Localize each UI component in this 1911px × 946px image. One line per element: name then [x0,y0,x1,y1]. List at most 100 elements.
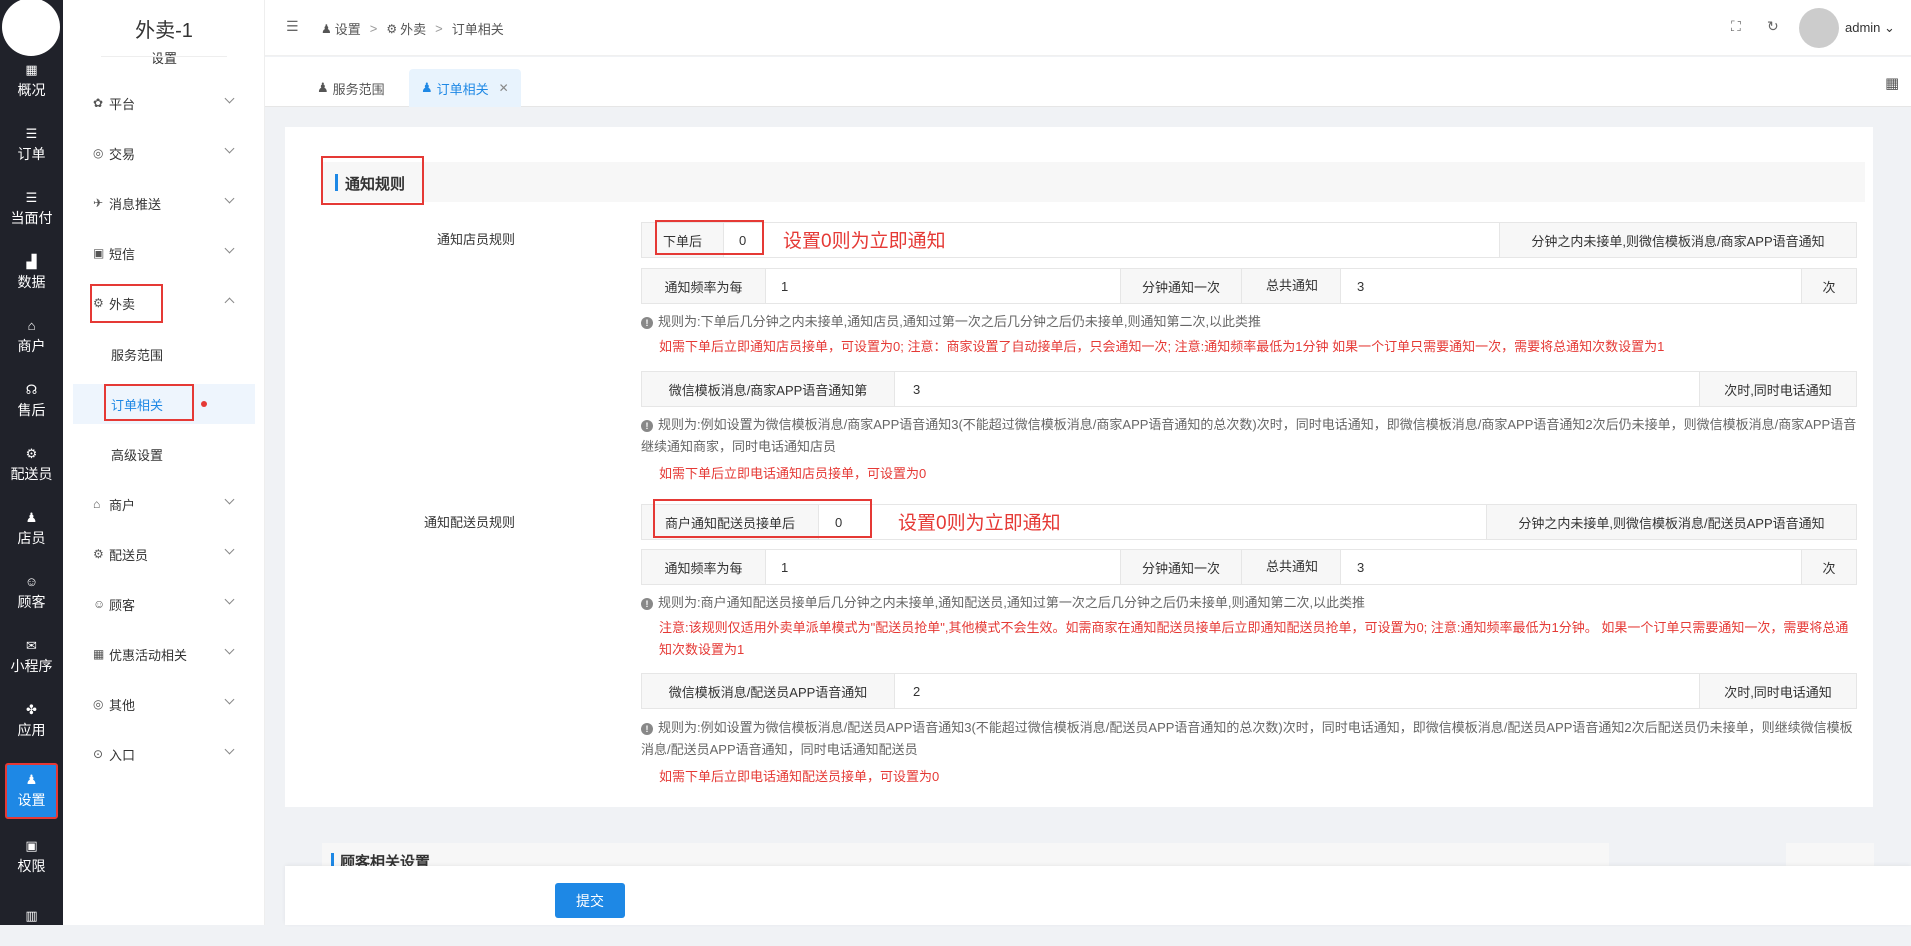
sidebar-item[interactable]: ☺ 顾客 [63,584,265,624]
breadcrumb-item: 订单相关 [451,22,504,37]
divider [101,56,227,57]
sidebar-item[interactable]: ◎ 交易 [63,133,265,173]
rail-item[interactable]: ☰ 当面付 [0,180,63,238]
sidebar-item[interactable]: ▦ 优惠活动相关 [63,634,265,674]
push-icon: ✈ [93,196,104,210]
store-phone-input[interactable]: 3 [913,372,920,406]
warning-text: 注意:该规则仅适用外卖单派单模式为"配送员抢单",其他模式不会生效。如需商家在通… [659,620,1849,657]
avatar[interactable] [1799,8,1839,48]
headset-icon: ☊ [25,381,38,397]
rail-item[interactable]: ▟ 数据 [0,244,63,302]
rider-after-input[interactable]: 0 [835,505,842,539]
sidebar-subitem[interactable]: 服务范围 [63,334,265,374]
section-header: 通知规则 [323,162,1865,202]
store-after-order-input[interactable]: 0 [739,223,746,257]
sidebar-subitem[interactable]: 订单相关 [73,384,255,424]
user-icon: ♟ [317,80,329,95]
sidebar-item-label: 平台 [109,96,136,112]
addon-label: 总共通知 [1241,269,1342,303]
store-phone-group: 微信模板消息/商家APP语音通知第 3 次时,同时电话通知 [641,371,1857,407]
tab-service-range[interactable]: ♟ 服务范围 [305,69,397,107]
chevron-down-icon [224,594,235,605]
info-icon: ! [641,317,653,329]
refresh-icon[interactable]: ↻ [1767,18,1779,35]
warning-text: 如需下单后立即电话通知配送员接单，可设置为0 [659,769,940,784]
gift-icon: ▦ [93,647,105,661]
rail-item[interactable]: ▣ 权限 [0,828,63,886]
rail-item[interactable]: ▥ [0,888,63,946]
rail-item[interactable]: ♟ 设置 [5,763,58,819]
bar-chart-icon: ▟ [26,253,37,269]
sidebar-item[interactable]: ⌂ 商户 [63,484,265,524]
rail-item[interactable]: ☺ 顾客 [0,564,63,622]
rail-item[interactable]: ✉ 小程序 [0,628,63,686]
rail-item[interactable]: ▦ 概况 [0,52,63,110]
rider-icon: ⚙ [93,547,104,561]
sidebar-subitem[interactable]: 高级设置 [63,434,265,474]
chevron-down-icon [224,243,235,254]
chevron-down-icon: ⌄ [1884,20,1895,35]
rail-item[interactable]: ⚙ 配送员 [0,436,63,494]
sidebar-item[interactable]: ⊙ 入口 [63,734,265,774]
sidebar-item-label: 外卖 [109,296,136,312]
warning-text: 如需下单后立即通知店员接单，可设置为0; 注意：商家设置了自动接单后，只会通知一… [659,339,1665,354]
addon-label: 商户通知配送员接单后 [642,505,819,539]
rail-item[interactable]: ✤ 应用 [0,692,63,750]
sidebar-item[interactable]: ◎ 其他 [63,684,265,724]
chevron-up-icon [224,297,235,308]
rail-item-label: 当面付 [10,209,53,226]
store-frequency-input[interactable]: 1 [781,269,788,303]
rider-total-input[interactable]: 3 [1357,550,1364,584]
submit-button[interactable]: 提交 [555,883,625,918]
info-icon: ! [641,420,653,432]
rider-phone-input[interactable]: 2 [913,674,920,708]
breadcrumb-separator: > [435,21,443,36]
grid-icon[interactable]: ▦ [1885,74,1899,92]
help-text: ! 规则为:商户通知配送员接单后几分钟之内未接单,通知配送员,通知过第一次之后几分… [641,592,1365,614]
menu-fold-icon[interactable]: ☰ [286,18,299,35]
sidebar-item-label: 交易 [109,146,136,162]
close-icon[interactable]: ✕ [499,81,509,95]
chevron-down-icon [224,544,235,555]
addon-label: 下单后 [642,223,724,257]
help-text: ! 规则为:例如设置为微信模板消息/商家APP语音通知3(不能超过微信模板消息/商… [641,414,1857,458]
warning-text: 如需下单后立即电话通知店员接单，可设置为0 [659,466,927,481]
settings-sidebar: 外卖-1 设置 ✿ 平台 ◎ 交易 ✈ 消息推送 ▣ 短信 ⚙ 外卖 服务范围 订单相关 高级设置 ⌂ 商户… [63,0,265,925]
rail-item[interactable]: ☊ 售后 [0,372,63,430]
sidebar-item[interactable]: ✿ 平台 [63,83,265,123]
active-dot [201,401,207,407]
addon-label: 次时,同时电话通知 [1699,372,1856,406]
help-text-content: 规则为:下单后几分钟之内未接单,通知店员,通知过第一次之后几分钟之后仍未接单,则… [658,314,1262,329]
sidebar-item-label: 配送员 [109,547,149,563]
report-icon: ▥ [25,907,38,923]
sidebar-item[interactable]: ▣ 短信 [63,233,265,273]
tab-order-settings[interactable]: ♟ 订单相关 ✕ [409,69,521,107]
scooter-icon: ⚙ [25,445,38,461]
rail-item[interactable]: ☰ 订单 [0,116,63,174]
user-menu[interactable]: admin ⌄ [1845,20,1895,36]
breadcrumb-item[interactable]: 设置 [335,19,361,38]
sidebar-item-label: 入口 [109,747,136,763]
help-text-content: 规则为:例如设置为微信模板消息/商家APP语音通知3(不能超过微信模板消息/商家… [641,417,1857,454]
chevron-down-icon [224,93,235,104]
store-frequency-group: 通知频率为每 1 分钟通知一次 总共通知 3 次 [641,268,1857,304]
sidebar-item[interactable]: ✈ 消息推送 [63,183,265,223]
sidebar-item[interactable]: ⚙ 配送员 [63,534,265,574]
chevron-down-icon [224,694,235,705]
list-icon: ☰ [25,189,38,205]
rider-frequency-input[interactable]: 1 [781,550,788,584]
apps-icon: ✤ [26,701,37,717]
addon-label-group: 分钟通知一次 总共通知 [1120,550,1341,584]
breadcrumb-item[interactable]: 外卖 [400,19,426,38]
entry-icon: ⊙ [93,747,104,761]
rail-item-label: 顾客 [17,593,46,610]
chevron-down-icon [224,143,235,154]
rail-item[interactable]: ♟ 店员 [0,500,63,558]
wechat-icon: ✉ [26,637,37,653]
store-total-input[interactable]: 3 [1357,269,1364,303]
rail-item[interactable]: ⌂ 商户 [0,308,63,366]
sidebar-item[interactable]: ⚙ 外卖 [63,283,265,323]
fullscreen-icon[interactable]: ⛶ [1731,18,1741,35]
rail-item-label: 权限 [17,857,46,874]
chevron-down-icon [224,494,235,505]
